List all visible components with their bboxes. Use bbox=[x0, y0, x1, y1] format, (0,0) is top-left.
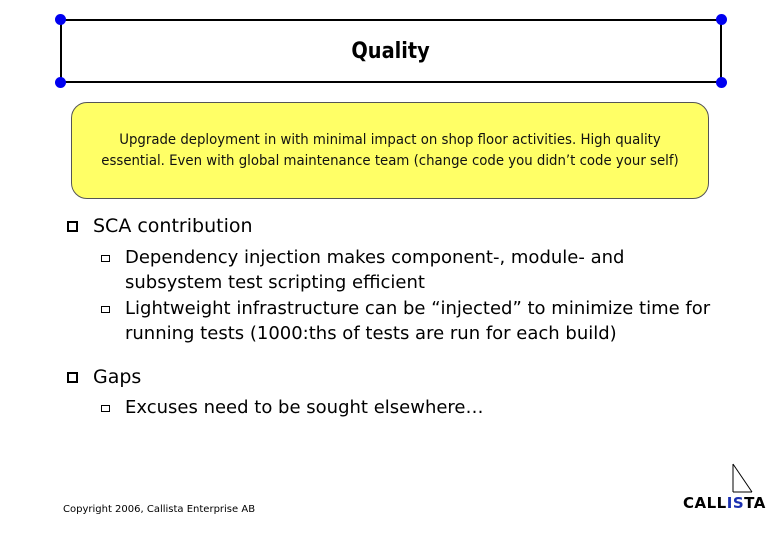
section-heading-gaps: Gaps bbox=[64, 364, 724, 390]
list-item-text: Dependency injection makes component-, m… bbox=[125, 247, 625, 293]
resize-handle-top-right[interactable] bbox=[716, 14, 727, 25]
small-square-bullet-icon bbox=[101, 405, 110, 412]
section-heading-text: SCA contribution bbox=[93, 215, 253, 237]
section-heading-sca: SCA contribution bbox=[64, 213, 724, 239]
callista-logo: CALLISTA bbox=[680, 462, 770, 514]
callout-text: Upgrade deployment in with minimal impac… bbox=[101, 131, 679, 169]
logo-text-accent: IS bbox=[726, 494, 745, 512]
list-item: Lightweight infrastructure can be “injec… bbox=[64, 296, 715, 346]
title-box[interactable]: Quality bbox=[60, 19, 722, 83]
list-item-text: Excuses need to be sought elsewhere… bbox=[125, 397, 484, 418]
list-item-text: Lightweight infrastructure can be “injec… bbox=[125, 298, 711, 344]
resize-handle-top-left[interactable] bbox=[55, 14, 66, 25]
resize-handle-bottom-right[interactable] bbox=[716, 77, 727, 88]
square-bullet-icon bbox=[67, 221, 78, 232]
logo-wordmark: CALLISTA bbox=[683, 494, 766, 512]
section-heading-text: Gaps bbox=[93, 366, 142, 388]
callout-box: Upgrade deployment in with minimal impac… bbox=[71, 102, 709, 199]
copyright-text: Copyright 2006, Callista Enterprise AB bbox=[63, 504, 256, 515]
small-square-bullet-icon bbox=[101, 306, 110, 313]
logo-text-part: TA bbox=[744, 494, 766, 512]
bullet-list: SCA contribution Dependency injection ma… bbox=[64, 213, 724, 420]
list-item: Dependency injection makes component-, m… bbox=[64, 245, 715, 295]
list-item: Excuses need to be sought elsewhere… bbox=[64, 395, 715, 420]
square-bullet-icon bbox=[67, 372, 78, 383]
small-square-bullet-icon bbox=[101, 255, 110, 262]
logo-text-part: CALL bbox=[683, 494, 727, 512]
slide-title: Quality bbox=[351, 38, 431, 64]
resize-handle-bottom-left[interactable] bbox=[55, 77, 66, 88]
